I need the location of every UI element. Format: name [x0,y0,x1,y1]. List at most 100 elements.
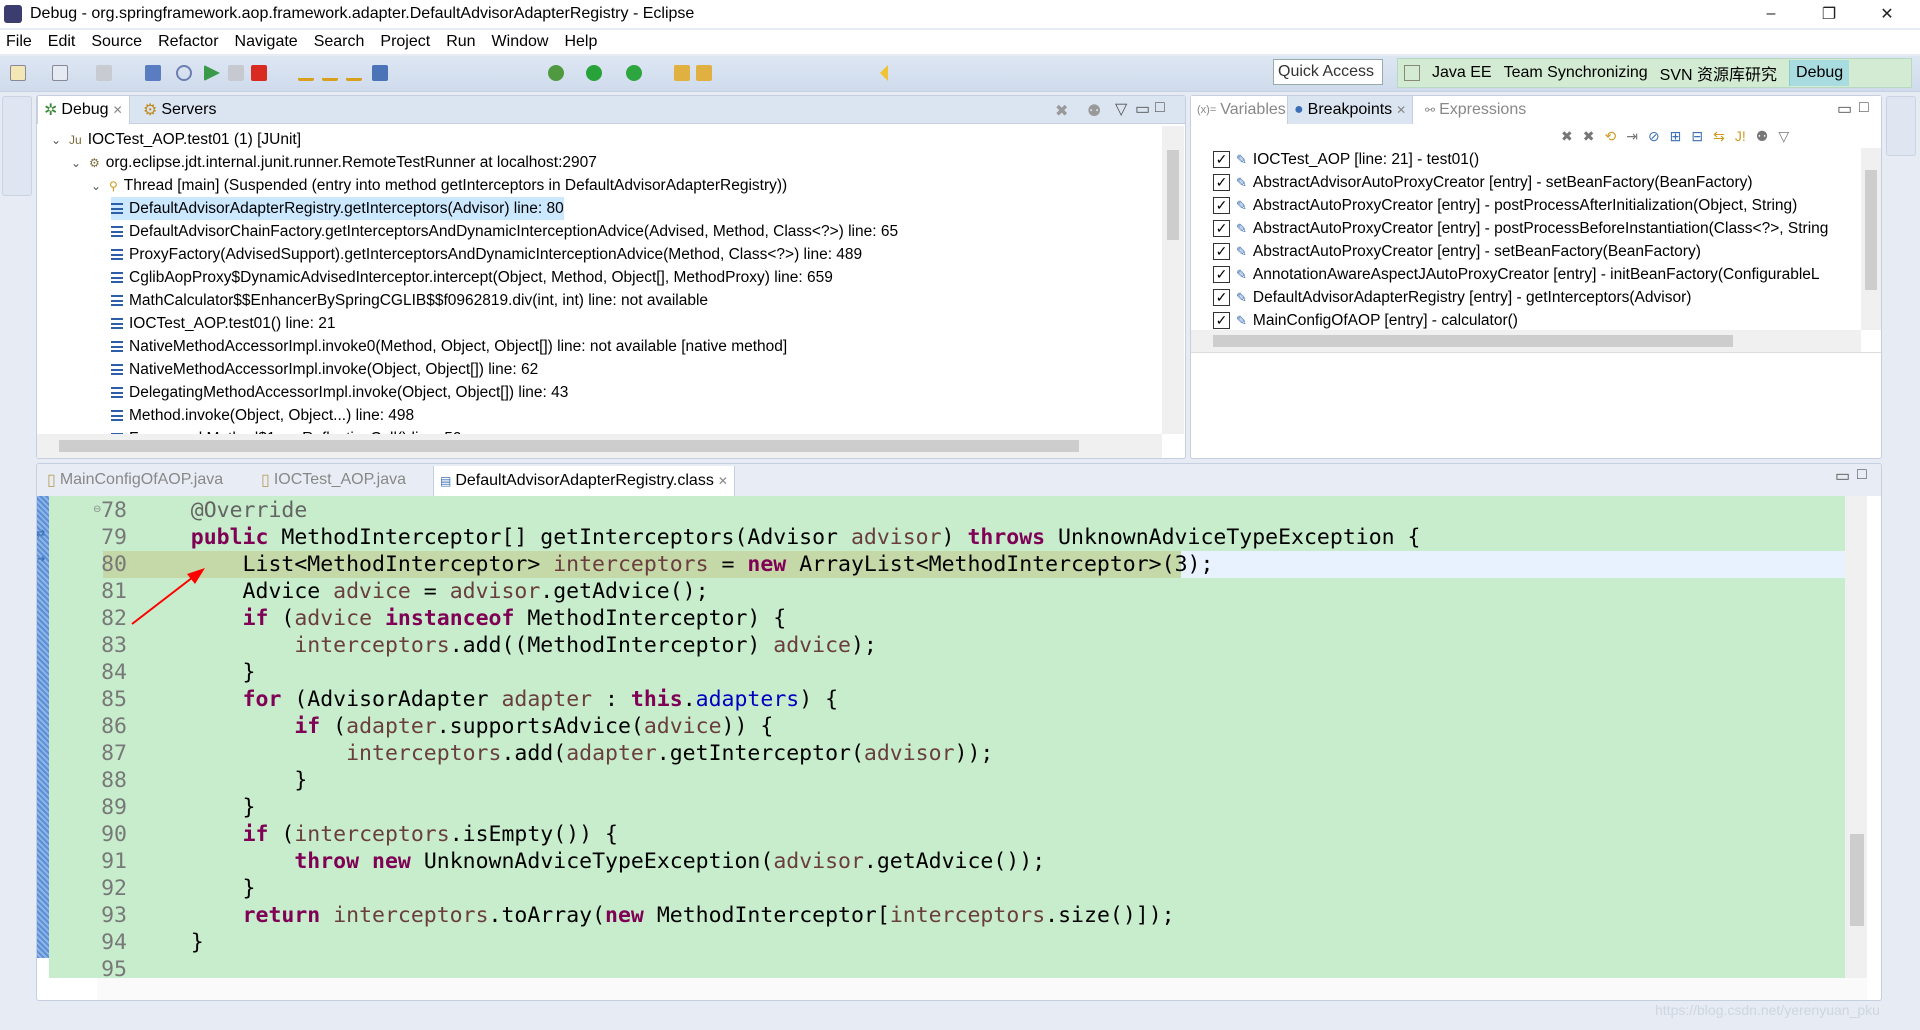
skip-breakpoints-icon[interactable] [176,65,192,81]
menu-run[interactable]: Run [446,33,475,51]
tree-node-thread[interactable]: ⌄ ⚲ Thread [main] (Suspended (entry into m… [91,174,787,197]
breakpoint-item[interactable]: ✓ ✎ AbstractAutoProxyCreator [entry] - pos… [1213,217,1828,240]
maximize-view-icon[interactable]: □ [1857,466,1867,484]
breakpoint-checkbox[interactable]: ✓ [1213,312,1230,329]
new-icon[interactable] [10,65,26,81]
breakpoint-checkbox[interactable]: ✓ [1213,151,1230,168]
stack-frame[interactable]: Method.invoke(Object, Object...) line: 4… [111,404,414,427]
view-menu-icon[interactable]: ▽ [1778,128,1789,148]
breakpoint-checkbox[interactable]: ✓ [1213,266,1230,283]
menu-navigate[interactable]: Navigate [235,33,298,51]
breakpoint-checkbox[interactable]: ✓ [1213,243,1230,260]
stack-frame[interactable]: IOCTest_AOP.test01() line: 21 [111,312,335,335]
close-icon[interactable]: ✕ [1396,103,1406,117]
collapse-all-icon[interactable]: ⊟ [1691,128,1703,148]
editor-vertical-scrollbar[interactable] [1845,496,1867,978]
minimize-view-icon[interactable]: ▭ [1837,99,1852,119]
step-over-icon[interactable] [322,65,338,81]
debug-icon[interactable] [548,65,564,81]
scroll-thumb[interactable] [1850,834,1864,926]
resume-icon[interactable] [204,65,220,81]
link-with-debug-icon[interactable]: ⇆ [1713,128,1725,148]
maximize-view-icon[interactable]: □ [1155,99,1165,117]
breakpoint-checkbox[interactable]: ✓ [1213,289,1230,306]
debug-vertical-scrollbar[interactable] [1162,126,1184,434]
goto-file-icon[interactable]: ⇥ [1626,128,1638,148]
scroll-thumb[interactable] [1213,335,1733,347]
menu-search[interactable]: Search [314,33,365,51]
tab-variables[interactable]: (x)= Variables [1191,96,1292,124]
tab-breakpoints[interactable]: ● Breakpoints ✕ [1287,96,1414,124]
skip-all-icon[interactable]: ⊘ [1648,128,1660,148]
stack-frame[interactable]: MathCalculator$$EnhancerBySpringCGLIB$$f… [111,289,708,312]
maximize-view-icon[interactable]: □ [1859,99,1869,117]
debug-horizontal-scrollbar[interactable] [37,434,1162,458]
perspective-debug[interactable]: Debug [1789,60,1850,86]
stack-frame[interactable]: NativeMethodAccessorImpl.invoke0(Method,… [111,335,787,358]
drop-to-frame-icon[interactable] [372,65,388,81]
terminate-icon[interactable] [251,65,267,81]
group-icon[interactable]: ⚉ [1756,128,1769,148]
menu-project[interactable]: Project [380,33,430,51]
breakpoint-item[interactable]: ✓ ✎ AbstractAutoProxyCreator [entry] - set… [1213,240,1701,263]
suspend-icon[interactable] [228,65,244,81]
breakpoint-checkbox[interactable]: ✓ [1213,220,1230,237]
menu-refactor[interactable]: Refactor [158,33,218,51]
minimize-view-icon[interactable]: ▭ [1135,99,1150,119]
tree-node-target[interactable]: ⌄ ⚙ org.eclipse.jdt.internal.junit.runner.… [71,151,597,174]
console-icon[interactable] [145,65,161,81]
remove-icon[interactable]: ✖ [1561,128,1573,148]
breakpoints-horizontal-scrollbar[interactable] [1191,330,1861,352]
stack-frame[interactable]: DelegatingMethodAccessorImpl.invoke(Obje… [111,381,568,404]
breakpoint-checkbox[interactable]: ✓ [1213,174,1230,191]
menu-help[interactable]: Help [564,33,597,51]
coverage-icon[interactable] [626,65,642,81]
remove-all-icon[interactable]: ✖ [1583,128,1595,148]
exception-breakpoint-icon[interactable]: J! [1735,128,1746,148]
save-icon[interactable] [96,65,112,81]
editor-horizontal-scrollbar[interactable] [97,978,1867,1000]
perspective-team-sync[interactable]: Team Synchronizing [1504,64,1648,82]
stack-frame[interactable]: NativeMethodAccessorImpl.invoke(Object, … [111,358,538,381]
quick-access-input[interactable]: Quick Access [1273,59,1383,85]
menu-file[interactable]: File [6,33,32,51]
expand-chevron-icon[interactable]: ⌄ [91,179,103,193]
expand-all-icon[interactable]: ⊞ [1670,128,1682,148]
tree-node-launch[interactable]: ⌄ Ju IOCTest_AOP.test01 (1) [JUnit] [51,128,301,151]
view-menu-icon[interactable]: ▽ [1115,99,1127,119]
right-trim-stack[interactable] [1886,96,1916,156]
remove-terminated-icon[interactable]: ✖ [1055,101,1068,121]
tab-defaultadvisoradapterregistry[interactable]: ▤ DefaultAdvisorAdapterRegistry.class ✕ [433,466,735,496]
expand-chevron-icon[interactable]: ⌄ [71,156,83,170]
breakpoint-item[interactable]: ✓ ✎ MainConfigOfAOP [entry] - calculator() [1213,309,1518,332]
breakpoint-item[interactable]: ✓ ✎ IOCTest_AOP [line: 21] - test01() [1213,148,1479,171]
minimize-view-icon[interactable]: ▭ [1835,466,1850,486]
new-file-icon[interactable] [52,65,68,81]
breakpoint-item[interactable]: ✓ ✎ AnnotationAwareAspectJAutoProxyCreator… [1213,263,1820,286]
tab-servers[interactable]: ⚙ Servers [137,96,222,124]
breakpoint-checkbox[interactable]: ✓ [1213,197,1230,214]
menu-source[interactable]: Source [91,33,142,51]
stack-frame[interactable]: CglibAopProxy$DynamicAdvisedInterceptor.… [111,266,833,289]
back-icon[interactable] [880,65,888,81]
close-icon[interactable]: ✕ [113,103,123,117]
run-icon[interactable] [586,65,602,81]
breakpoint-item[interactable]: ✓ ✎ DefaultAdvisorAdapterRegistry [entry] … [1213,286,1691,309]
step-into-icon[interactable] [298,65,314,81]
scroll-thumb[interactable] [1167,150,1179,240]
open-perspective-icon[interactable] [1404,65,1420,81]
menu-window[interactable]: Window [492,33,549,51]
tab-expressions[interactable]: ⚯ Expressions [1419,96,1532,124]
step-return-icon[interactable] [346,65,362,81]
open-task-icon[interactable] [696,65,712,81]
breakpoint-item[interactable]: ✓ ✎ AbstractAdvisorAutoProxyCreator [entry… [1213,171,1753,194]
breakpoint-item[interactable]: ✓ ✎ AbstractAutoProxyCreator [entry] - pos… [1213,194,1797,217]
expand-chevron-icon[interactable]: ⌄ [51,133,63,147]
restore-button[interactable]: ❐ [1800,0,1858,28]
scroll-thumb[interactable] [1865,170,1877,290]
minimize-button[interactable]: – [1742,0,1800,28]
tab-debug[interactable]: ✲ Debug ✕ [37,96,130,124]
left-trim-stack[interactable] [2,96,32,196]
stack-frame[interactable]: ProxyFactory(AdvisedSupport).getIntercep… [111,243,862,266]
stack-frame[interactable]: DefaultAdvisorAdapterRegistry.getInterce… [111,197,564,220]
